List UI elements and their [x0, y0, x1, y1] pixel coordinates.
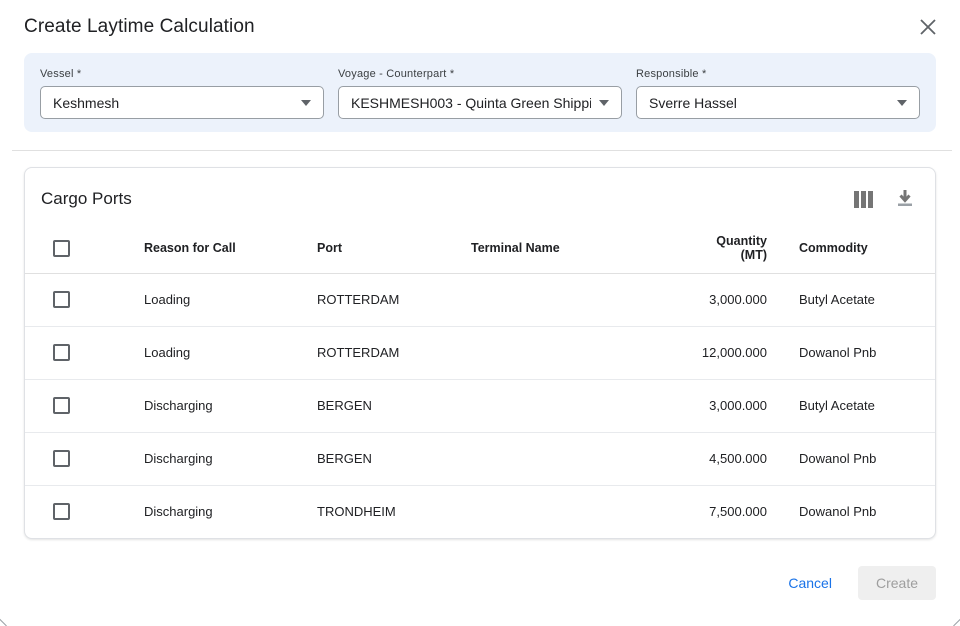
col-header-port: Port [317, 224, 471, 273]
cell-commodity: Butyl Acetate [787, 379, 935, 432]
row-checkbox[interactable] [53, 397, 70, 414]
cell-terminal [471, 432, 691, 485]
dialog-footer: Cancel Create [0, 539, 960, 600]
vessel-select[interactable]: Keshmesh [40, 86, 324, 119]
close-icon[interactable] [916, 15, 940, 39]
cell-terminal [471, 273, 691, 326]
cell-commodity: Butyl Acetate [787, 273, 935, 326]
table-row: Discharging TRONDHEIM 7,500.000 Dowanol … [25, 485, 935, 538]
cell-quantity: 12,000.000 [691, 326, 787, 379]
chevron-down-icon [599, 100, 609, 106]
table-row: Loading ROTTERDAM 3,000.000 Butyl Acetat… [25, 273, 935, 326]
cargo-ports-header: Cargo Ports [25, 168, 935, 224]
download-arrow-glyph [897, 190, 913, 208]
cancel-button[interactable]: Cancel [788, 575, 832, 591]
dialog-header: Create Laytime Calculation [0, 0, 960, 51]
cell-port: TRONDHEIM [317, 485, 471, 538]
voyage-counterpart-select-value: KESHMESH003 - Quinta Green Shippi... [351, 95, 591, 111]
responsible-select-value: Sverre Hassel [649, 95, 889, 111]
row-checkbox[interactable] [53, 344, 70, 361]
table-row: Loading ROTTERDAM 12,000.000 Dowanol Pnb [25, 326, 935, 379]
column-settings-icon[interactable] [852, 189, 875, 210]
cell-reason: Discharging [144, 432, 317, 485]
cell-commodity: Dowanol Pnb [787, 485, 935, 538]
responsible-field: Responsible * Sverre Hassel [636, 68, 920, 119]
responsible-label: Responsible * [636, 68, 920, 80]
create-button[interactable]: Create [858, 566, 936, 600]
col-header-terminal: Terminal Name [471, 224, 691, 273]
cargo-ports-card: Cargo Ports [24, 167, 936, 539]
cell-terminal [471, 485, 691, 538]
cell-terminal [471, 326, 691, 379]
row-checkbox[interactable] [53, 503, 70, 520]
resize-handle[interactable] [953, 619, 960, 626]
table-row: Discharging BERGEN 3,000.000 Butyl Aceta… [25, 379, 935, 432]
download-icon[interactable] [895, 188, 915, 210]
col-header-quantity: Quantity (MT) [691, 224, 787, 273]
resize-handle[interactable] [0, 619, 7, 626]
chevron-down-icon [301, 100, 311, 106]
cell-port: BERGEN [317, 432, 471, 485]
vessel-label: Vessel * [40, 68, 324, 80]
col-header-commodity: Commodity [787, 224, 935, 273]
cell-commodity: Dowanol Pnb [787, 326, 935, 379]
cell-quantity: 4,500.000 [691, 432, 787, 485]
view-columns-glyph [854, 191, 873, 208]
voyage-counterpart-select[interactable]: KESHMESH003 - Quinta Green Shippi... [338, 86, 622, 119]
cell-port: ROTTERDAM [317, 326, 471, 379]
voyage-counterpart-label: Voyage - Counterpart * [338, 68, 622, 80]
cell-commodity: Dowanol Pnb [787, 432, 935, 485]
cell-reason: Discharging [144, 485, 317, 538]
close-x-glyph [920, 19, 936, 35]
table-row: Discharging BERGEN 4,500.000 Dowanol Pnb [25, 432, 935, 485]
col-header-reason: Reason for Call [144, 224, 317, 273]
section-divider [12, 150, 952, 151]
cell-port: ROTTERDAM [317, 273, 471, 326]
vessel-select-value: Keshmesh [53, 95, 293, 111]
vessel-field: Vessel * Keshmesh [40, 68, 324, 119]
responsible-select[interactable]: Sverre Hassel [636, 86, 920, 119]
cell-quantity: 7,500.000 [691, 485, 787, 538]
cargo-ports-table: Reason for Call Port Terminal Name Quant… [25, 224, 935, 538]
dialog-title: Create Laytime Calculation [24, 16, 255, 38]
select-all-checkbox[interactable] [53, 240, 70, 257]
cell-reason: Loading [144, 273, 317, 326]
cargo-ports-title: Cargo Ports [41, 189, 132, 209]
voyage-form-panel: Vessel * Keshmesh Voyage - Counterpart *… [24, 53, 936, 132]
cell-terminal [471, 379, 691, 432]
cell-quantity: 3,000.000 [691, 379, 787, 432]
row-checkbox[interactable] [53, 291, 70, 308]
cargo-ports-actions [852, 188, 915, 210]
row-checkbox[interactable] [53, 450, 70, 467]
cell-quantity: 3,000.000 [691, 273, 787, 326]
cell-reason: Discharging [144, 379, 317, 432]
cell-reason: Loading [144, 326, 317, 379]
table-header-row: Reason for Call Port Terminal Name Quant… [25, 224, 935, 273]
cell-port: BERGEN [317, 379, 471, 432]
voyage-counterpart-field: Voyage - Counterpart * KESHMESH003 - Qui… [338, 68, 622, 119]
chevron-down-icon [897, 100, 907, 106]
